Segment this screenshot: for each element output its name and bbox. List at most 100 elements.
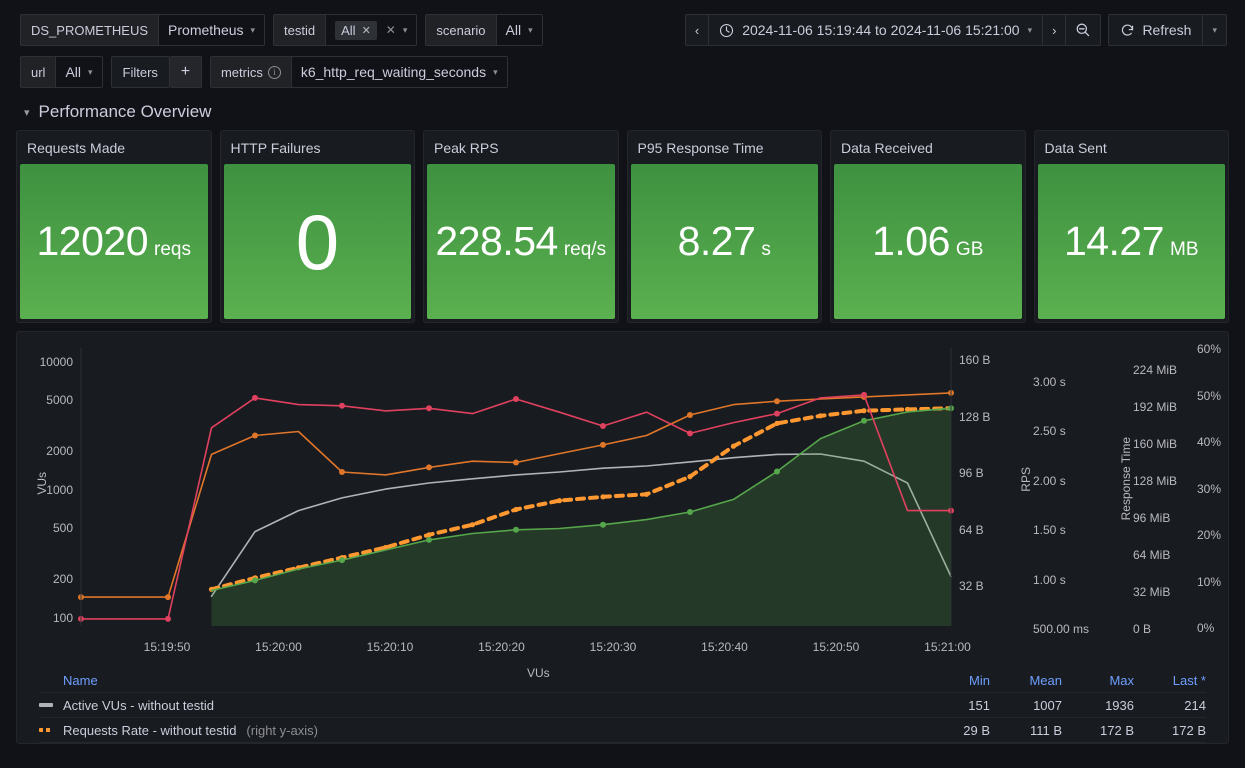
stat-unit: GB: [955, 239, 984, 260]
y-axis-tick-bytes: 128 B: [959, 409, 991, 424]
y-axis-tick-percent: 40%: [1197, 435, 1222, 449]
time-range-picker[interactable]: 2024-11-06 15:19:44 to 2024-11-06 15:21:…: [709, 15, 1044, 45]
series-point: [469, 522, 476, 528]
filters-button[interactable]: Filters: [110, 56, 170, 88]
variable-metrics-value[interactable]: k6_http_req_waiting_seconds ▾: [291, 57, 507, 87]
chevron-down-icon: ▾: [88, 66, 93, 77]
variable-metrics-text: k6_http_req_waiting_seconds: [300, 64, 487, 80]
y-axis-tick-response-time: 96 MiB: [1133, 511, 1171, 525]
legend-value-last: 214: [1184, 697, 1206, 713]
series-point: [252, 394, 258, 401]
y-axis-tick-response-time: 64 MiB: [1133, 548, 1171, 562]
clear-icon[interactable]: ✕: [386, 23, 396, 37]
series-point: [339, 469, 345, 475]
y-axis-tick-response-time: 192 MiB: [1133, 400, 1178, 414]
legend-column-max[interactable]: Max: [1062, 673, 1134, 688]
refresh-icon: [1122, 23, 1134, 36]
row-title: Performance Overview: [38, 102, 212, 121]
chevron-down-icon: ▾: [1212, 24, 1217, 35]
x-axis-tick: 15:19:50: [143, 640, 191, 654]
add-filter-button[interactable]: +: [169, 56, 202, 88]
variable-scenario-value[interactable]: All ▾: [496, 15, 542, 45]
refresh-interval-dropdown[interactable]: ▾: [1203, 15, 1226, 45]
variable-url-text: All: [65, 64, 82, 80]
legend-column-name[interactable]: Name: [39, 673, 918, 688]
legend-column-min[interactable]: Min: [918, 673, 990, 688]
timeseries-panel: 100 200 500 1000 2000 5000 10000 VUs 32 B 64 B 96 …: [16, 331, 1229, 744]
row-header-performance-overview[interactable]: ▾ Performance Overview: [0, 98, 1245, 130]
variable-scenario[interactable]: scenario All ▾: [425, 14, 543, 46]
legend-color-swatch[interactable]: [39, 728, 53, 732]
series-point: [643, 491, 650, 497]
variable-bar: DS_PROMETHEUS Prometheus ▾ testid All ✕ …: [0, 0, 1245, 88]
zoom-out-icon: [1076, 23, 1090, 37]
variable-scenario-text: All: [505, 22, 522, 38]
y-axis-tick-vus: 1000: [46, 482, 73, 497]
legend-row[interactable]: Requests Rate - without testid (right y-a…: [39, 718, 1206, 743]
variable-datasource-label: DS_PROMETHEUS: [21, 15, 160, 45]
stat-panel[interactable]: Data Sent 14.27 MB: [1033, 130, 1229, 323]
variable-url[interactable]: url All ▾: [20, 56, 103, 88]
stat-panel-title: P95 Response Time: [637, 139, 764, 156]
y-axis-tick-rps: 1.50 s: [1033, 523, 1066, 537]
y-axis-tick-percent: 10%: [1197, 574, 1222, 589]
variable-datasource-value[interactable]: Prometheus ▾: [159, 15, 265, 45]
variable-datasource[interactable]: DS_PROMETHEUS Prometheus ▾: [20, 14, 266, 46]
time-controls: ‹ 2024-11-06 15:19:44 to 2024-11-06 15:2…: [684, 14, 1245, 46]
stat-panel[interactable]: Peak RPS 228.54 req/s: [423, 130, 619, 323]
y-axis-tick-rps: 500.00 ms: [1033, 622, 1090, 636]
stat-panel-body: 8.27 s: [630, 164, 818, 319]
series-point: [339, 402, 345, 409]
series-point: [600, 441, 606, 448]
stat-panel-body: 12020 reqs: [20, 164, 208, 319]
legend-color-swatch[interactable]: [39, 703, 53, 707]
series-point: [861, 408, 867, 414]
series-point: [426, 532, 432, 538]
legend-header-row: Name Min Mean Max Last *: [39, 668, 1206, 693]
variable-testid-pill[interactable]: All ✕: [335, 20, 377, 40]
chevron-down-icon: ▾: [493, 66, 498, 77]
legend-value-min: 29 B: [963, 722, 990, 738]
y-axis-tick-percent: 20%: [1197, 528, 1222, 542]
series-point: [165, 615, 171, 622]
variable-testid[interactable]: testid All ✕ ✕ ▾: [273, 14, 418, 46]
legend-series-label: Requests Rate - without testid: [63, 722, 237, 738]
legend-series-name[interactable]: Active VUs - without testid: [39, 698, 918, 713]
legend-row[interactable]: Active VUs - without testid 151 1007 1936 21…: [39, 693, 1206, 718]
time-shift-back-button[interactable]: ‹: [686, 15, 710, 45]
y-axis-title-vus: VUs: [35, 472, 49, 495]
stat-panel[interactable]: P95 Response Time 8.27 s: [626, 130, 822, 323]
legend-column-mean[interactable]: Mean: [990, 673, 1062, 688]
variable-testid-value[interactable]: All ✕ ✕ ▾: [326, 15, 417, 45]
info-icon[interactable]: i: [267, 65, 281, 79]
close-icon[interactable]: ✕: [362, 24, 371, 37]
chevron-down-icon: ▾: [250, 24, 256, 35]
stat-value: 1.06: [872, 218, 950, 264]
chevron-down-icon: ▾: [402, 24, 408, 35]
y-axis-tick-response-time: 0 B: [1133, 622, 1152, 636]
y-axis-title-response-time: Response Time: [1119, 437, 1133, 521]
variable-metrics-label-text: metrics: [220, 64, 263, 80]
y-axis-tick-vus: 200: [52, 572, 73, 587]
series-point: [687, 474, 693, 480]
time-shift-forward-button[interactable]: ›: [1043, 15, 1067, 45]
stat-panel[interactable]: Data Received 1.06 GB: [830, 130, 1026, 323]
legend-series-name[interactable]: Requests Rate - without testid (right y-a…: [39, 723, 918, 738]
y-axis-tick-bytes: 32 B: [959, 579, 984, 593]
chevron-down-icon: ▾: [1027, 24, 1033, 35]
stat-panel[interactable]: Requests Made 12020 reqs: [16, 130, 212, 323]
legend-value-last: 172 B: [1172, 722, 1206, 738]
stat-panel[interactable]: HTTP Failures 0: [219, 130, 415, 323]
zoom-out-button[interactable]: [1066, 15, 1100, 45]
stat-panel-body: 1.06 GB: [834, 164, 1022, 319]
refresh-button[interactable]: Refresh: [1109, 15, 1204, 45]
legend-column-last[interactable]: Last *: [1134, 673, 1206, 688]
y-axis-tick-response-time: 160 MiB: [1133, 437, 1178, 451]
series-point: [513, 526, 519, 533]
stat-panel-title: Data Sent: [1044, 139, 1107, 156]
y-axis-tick-vus: 500: [52, 521, 73, 536]
variable-metrics[interactable]: metrics i k6_http_req_waiting_seconds ▾: [209, 56, 508, 88]
series-point: [556, 498, 563, 504]
variable-url-value[interactable]: All ▾: [56, 57, 102, 87]
refresh-group: Refresh ▾: [1108, 14, 1227, 46]
